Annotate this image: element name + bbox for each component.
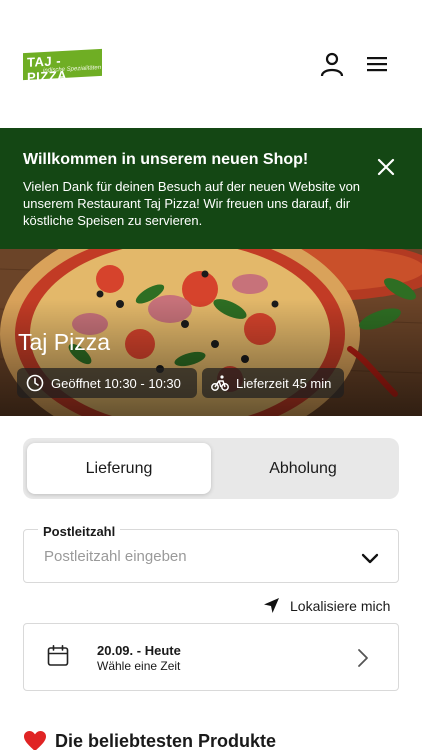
close-icon [377, 158, 395, 176]
popular-products-heading: Die beliebtesten Produkte [23, 730, 276, 750]
popular-products-title: Die beliebtesten Produkte [55, 730, 277, 750]
opening-hours-text: Geöffnet 10:30 - 10:30 [51, 375, 181, 391]
welcome-banner: Willkommen in unserem neuen Shop! Vielen… [0, 128, 422, 249]
menu-button[interactable] [363, 50, 391, 78]
clock-icon [26, 374, 44, 392]
opening-hours-chip: Geöffnet 10:30 - 10:30 [17, 368, 197, 398]
choose-time-label: Wähle eine Zeit [97, 659, 181, 673]
postal-code-input[interactable] [44, 548, 344, 565]
hamburger-menu-icon [367, 57, 387, 72]
hero-image: Taj Pizza Geöffnet 10:30 - 10:30 Lieferz… [0, 249, 422, 416]
location-arrow-icon [264, 598, 279, 613]
locate-me-label: Lokalisiere mich [290, 597, 391, 614]
taj-pizza-logo[interactable]: TAJ - PIZZA indische Spezialitäten [23, 48, 102, 85]
order-mode-toggle: Lieferung Abholung [23, 438, 399, 499]
pickup-option[interactable]: Abholung [211, 443, 395, 494]
banner-title: Willkommen in unserem neuen Shop! [23, 151, 309, 168]
selected-date: 20.09. - Heute [97, 643, 181, 658]
user-icon [320, 52, 344, 77]
locate-me-button[interactable]: Lokalisiere mich [263, 597, 390, 614]
date-time-selector[interactable]: 20.09. - Heute Wähle eine Zeit [23, 623, 399, 691]
chevron-right-icon [358, 649, 368, 667]
delivery-time-text: Lieferzeit 45 min [236, 375, 332, 391]
banner-text: Vielen Dank für deinen Besuch auf der ne… [23, 179, 361, 228]
chevron-down-icon[interactable] [359, 547, 381, 569]
heart-icon [24, 731, 46, 750]
delivery-time-chip: Lieferzeit 45 min [202, 368, 344, 398]
banner-close-button[interactable] [374, 155, 398, 179]
bicycle-icon [211, 375, 229, 391]
app-header: TAJ - PIZZA indische Spezialitäten [0, 0, 422, 128]
delivery-option[interactable]: Lieferung [27, 443, 211, 494]
postal-code-label: Postleitzahl [38, 524, 121, 539]
account-button[interactable] [318, 50, 346, 78]
calendar-icon [47, 644, 69, 666]
restaurant-name: Taj Pizza [18, 329, 111, 355]
